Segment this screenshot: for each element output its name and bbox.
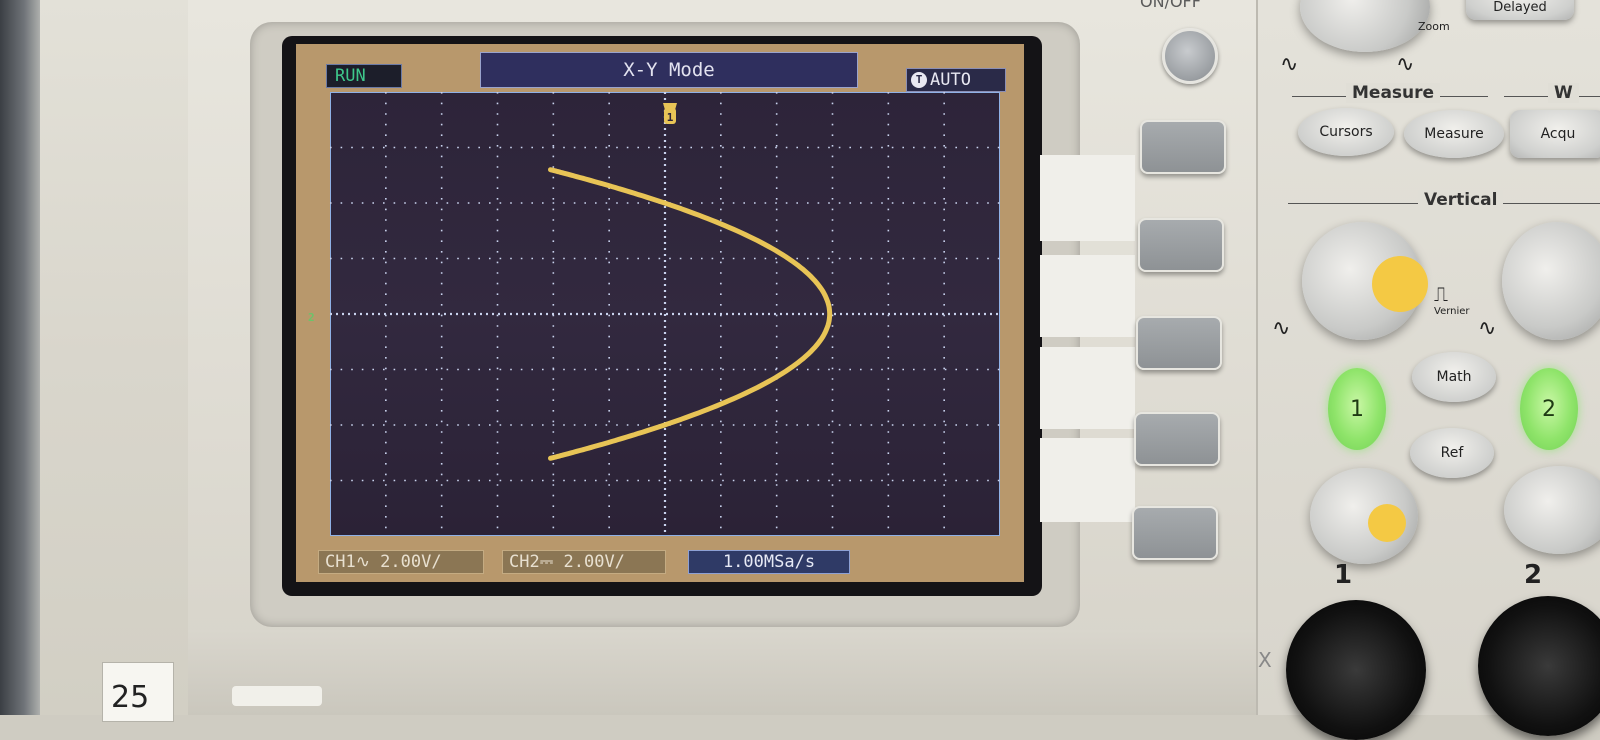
zoom-label: Zoom: [1418, 20, 1450, 33]
math-button-label: Math: [1436, 369, 1472, 385]
wave-icon: ∿: [1280, 52, 1299, 77]
trigger-mode-label: AUTO: [930, 70, 971, 90]
softkey-3[interactable]: [1136, 316, 1222, 370]
softkey-bay: [1040, 255, 1135, 337]
ch2-enable-label: 2: [1542, 396, 1556, 422]
mode-title: X-Y Mode: [480, 52, 858, 88]
power-button[interactable]: [1162, 28, 1218, 84]
cursors-button-label: Cursors: [1319, 124, 1373, 140]
ch2-enable-button[interactable]: 2: [1520, 368, 1578, 450]
softkey-bay: [1040, 155, 1135, 241]
ref-button-label: Ref: [1440, 445, 1464, 461]
w-section-label: W: [1548, 83, 1579, 103]
oscilloscope-photo: 1 2 RUN X-Y Mode T AUTO CH1∿ 2.00V/ CH2⎓…: [0, 0, 1600, 740]
softkey-1[interactable]: [1140, 120, 1226, 174]
wave-icon: ∿: [1478, 316, 1497, 341]
wave-icon: ∿: [1272, 316, 1291, 341]
softkey-5[interactable]: [1132, 506, 1218, 560]
vernier-label: Vernier: [1434, 306, 1470, 317]
measure-button[interactable]: Measure: [1404, 110, 1504, 158]
run-status: RUN: [326, 64, 402, 88]
sample-rate: 1.00MSa/s: [688, 550, 850, 574]
ch2-ground-marker: 2: [308, 311, 315, 324]
x-input-label: X: [1258, 648, 1272, 672]
measure-section-label: Measure: [1346, 83, 1441, 103]
asset-tag: 25: [102, 662, 174, 722]
ch2-input-label: 2: [1524, 560, 1543, 590]
softkey-bay: [1040, 347, 1135, 429]
trigger-marker-label: 1: [667, 111, 674, 124]
trigger-marker-group: 1: [663, 103, 677, 124]
math-button[interactable]: Math: [1412, 352, 1496, 402]
ch1-enable-label: 1: [1350, 396, 1364, 422]
delayed-button-label: Delayed: [1493, 0, 1547, 15]
softkey-4[interactable]: [1134, 412, 1220, 466]
trigger-icon: T: [911, 72, 927, 88]
vernier-icon: ⎍: [1434, 282, 1448, 306]
acquire-button-label: Acqu: [1540, 126, 1576, 142]
wave-icon: ∿: [1396, 52, 1415, 77]
ch1-scale-knob-cap: [1368, 504, 1406, 542]
graticule-grid: [330, 92, 1000, 536]
bezel-bottom: [188, 630, 1260, 715]
ch1-scale: CH1∿ 2.00V/: [318, 550, 484, 574]
bottom-slot: [232, 686, 322, 706]
ch1-input-label: 1: [1334, 560, 1353, 590]
trigger-mode-badge: T AUTO: [906, 68, 1006, 92]
onoff-label: ON/OFF: [1140, 0, 1201, 11]
softkey-bay: [1040, 438, 1135, 522]
ch2-bnc-connector[interactable]: [1478, 596, 1600, 736]
ch1-enable-button[interactable]: 1: [1328, 368, 1386, 450]
softkey-2[interactable]: [1138, 218, 1224, 272]
ch1-position-knob-cap: [1372, 256, 1428, 312]
scope-plot: 1: [330, 92, 1000, 536]
ch1-bnc-connector[interactable]: [1286, 600, 1426, 740]
acquire-button[interactable]: Acqu: [1510, 110, 1600, 158]
measure-button-label: Measure: [1424, 126, 1484, 142]
ch2-scale: CH2⎓ 2.00V/: [502, 550, 666, 574]
ref-button[interactable]: Ref: [1410, 428, 1494, 478]
ch1-scale-knob[interactable]: [1310, 468, 1418, 564]
vertical-section-label: Vertical: [1418, 190, 1504, 210]
background-edge: [0, 0, 40, 715]
delayed-button[interactable]: Delayed: [1466, 0, 1574, 20]
ch1-position-knob[interactable]: [1302, 222, 1428, 340]
cursors-button[interactable]: Cursors: [1298, 108, 1394, 156]
